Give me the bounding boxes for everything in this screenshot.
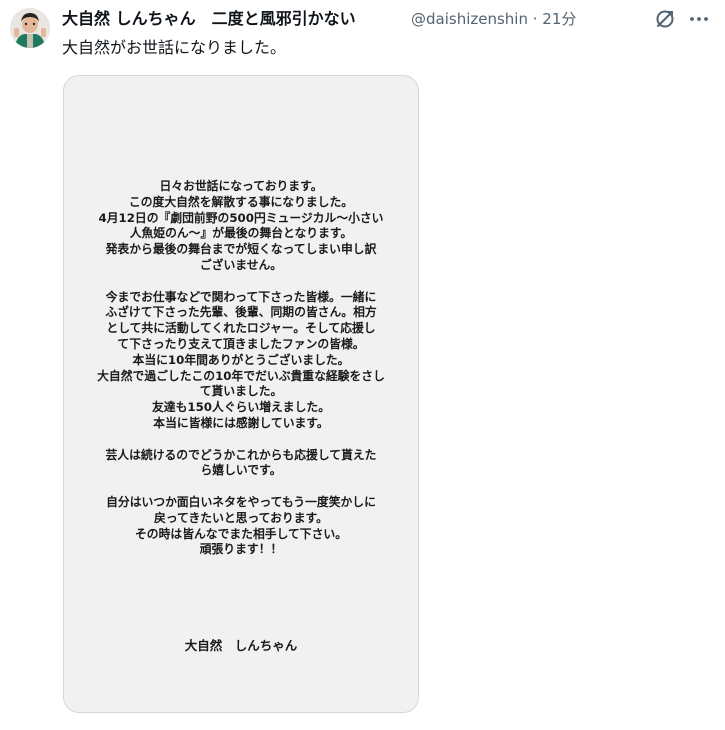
announcement-line: 自分はいつか面白いネタをやってもう一度笑かしに (106, 494, 376, 509)
announcement-line: 戻ってきたいと思っております。 (154, 510, 328, 525)
announcement-line: ら嬉しいです。 (200, 463, 282, 478)
announcement-line: 4月12日の『劇団前野の500円ミュージカル～小さい (98, 210, 384, 225)
announcement-line: ふざけて下さった先輩、後輩、同期の皆さん。相方 (105, 305, 377, 320)
announcement-line: て下さったり支えて頂きましたファンの皆様。 (117, 336, 365, 351)
announcement-line: 本当に皆様には感謝しています。 (153, 415, 329, 430)
announcement-line: 日々お世話になっております。 (159, 179, 323, 193)
author-handle-timestamp[interactable]: @daishizenshin · 21分 (411, 8, 576, 30)
announcement-line: 本当に10年間ありがとうございました。 (132, 352, 350, 367)
avatar[interactable] (10, 8, 50, 48)
tweet-text: 大自然がお世話になりました。 (62, 38, 287, 57)
announcement-line: 今までお仕事などで関わって下さった皆様。一緒に (105, 289, 377, 304)
grok-button[interactable] (652, 6, 678, 32)
more-options-button[interactable] (686, 6, 712, 32)
announcement-line: 大自然で過ごしたこの10年でだいぶ貴重な経験をさし (97, 368, 385, 383)
announcement-line: ございません。 (199, 257, 283, 272)
announcement-line: て貰いました。 (199, 384, 283, 399)
grok-icon (656, 10, 674, 28)
announcement-line: 発表から最後の舞台までが短くなってしまい申し訳 (105, 242, 377, 257)
more-dots-icon (690, 17, 708, 21)
announcement-line: この度大自然を解散する事になりました。 (128, 194, 354, 209)
announcement-line: として共に活動してくれたロジャー。そして応援し (106, 321, 376, 336)
tweet-image[interactable]: 日々お世話になっております。 この度大自然を解散する事になりました。 4月12日の『… (63, 75, 419, 713)
announcement-line: 芸人は続けるのでどうかこれからも応援して貰えた (105, 447, 377, 462)
announcement-line: 頑張ります！！ (199, 542, 283, 557)
announcement-signature: 大自然 しんちゃん (184, 638, 298, 653)
announcement-line: 人魚姫のん～』が最後の舞台となります。 (129, 226, 353, 241)
announcement-line: その時は皆んなでまた相手して下さい。 (135, 526, 347, 541)
announcement-text: 日々お世話になっております。 この度大自然を解散する事になりました。 4月12日の『… (64, 179, 418, 558)
author-name[interactable]: 大自然 しんちゃん 二度と風邪引かない (62, 8, 356, 30)
avatar-photo-icon (10, 8, 50, 48)
announcement-line: 友達も150人ぐらい増えました。 (152, 400, 330, 415)
